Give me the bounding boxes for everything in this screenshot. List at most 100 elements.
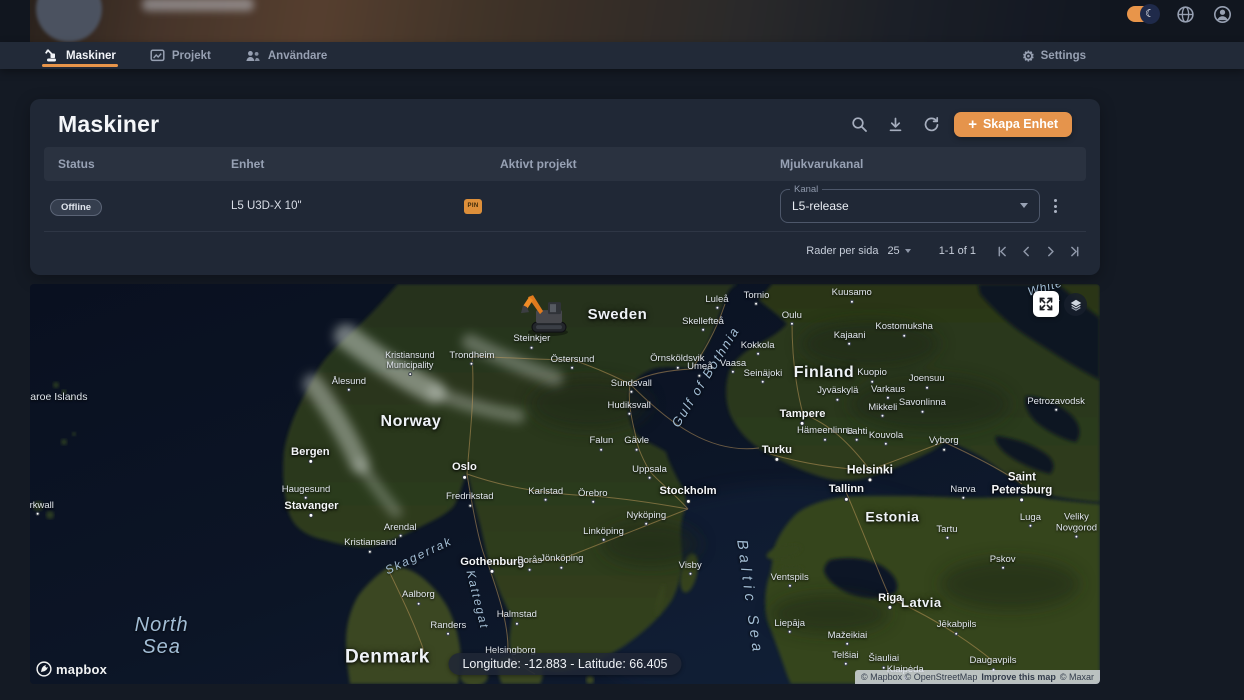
map-label: Aalborg: [402, 590, 435, 600]
plus-icon: +: [968, 117, 977, 132]
map-label: Mažeikiai: [828, 631, 868, 641]
app-header: ☾: [0, 0, 1244, 42]
users-icon: [245, 49, 261, 62]
map-label: Denmark: [345, 648, 430, 669]
column-aktivt-projekt: Aktivt projekt: [500, 157, 780, 171]
map-label: Borås: [517, 556, 542, 566]
map-label: Latvia: [901, 596, 942, 610]
rows-per-page-select[interactable]: 25: [887, 245, 910, 257]
channel-cell: Kanal L5-release: [780, 189, 1086, 223]
gear-icon: ⚙: [1022, 49, 1035, 63]
table-row[interactable]: Offline L5 U3D-X 10" PIN Kanal L5-releas…: [44, 181, 1086, 232]
map-label: Faroe Islands: [30, 392, 87, 404]
last-page-icon: [1067, 244, 1082, 259]
map-layers-button[interactable]: [1064, 293, 1087, 316]
map-label: Sweden: [588, 307, 648, 324]
attribution-extra[interactable]: © Maxar: [1060, 672, 1094, 682]
map-label: Kajaani: [834, 331, 866, 341]
map-label: Kouvola: [869, 431, 903, 441]
machine-marker[interactable]: [520, 294, 576, 341]
channel-select-value: L5-release: [792, 199, 849, 213]
nav-tabs: Maskiner Projekt Användare: [44, 42, 327, 69]
map-label: Örnsköldsvik: [650, 354, 704, 364]
download-icon: [887, 116, 904, 133]
status-badge: Offline: [50, 199, 102, 216]
machines-table: Status Enhet Aktivt projekt Mjukvarukana…: [44, 147, 1086, 264]
mapbox-logo-icon: [36, 661, 52, 677]
tab-maskiner[interactable]: Maskiner: [44, 42, 116, 69]
map-label: Seinäjoki: [744, 369, 783, 379]
last-page-button[interactable]: [1062, 239, 1086, 263]
map-label: Kristiansund Municipality: [385, 351, 435, 371]
prev-page-button[interactable]: [1014, 239, 1038, 263]
rows-per-page-label: Rader per sida: [806, 245, 878, 257]
refresh-button[interactable]: [918, 111, 944, 137]
account-button[interactable]: [1213, 5, 1232, 24]
account-circle-icon: [1213, 5, 1232, 24]
theme-toggle[interactable]: ☾: [1127, 6, 1158, 22]
rows-per-page-value: 25: [887, 245, 899, 257]
map-attribution: © Mapbox © OpenStreetMap Improve this ma…: [855, 670, 1100, 684]
map-label: Skagerrak: [384, 535, 455, 578]
map-label: Hudiksvall: [608, 401, 651, 411]
map-label: Vyborg: [929, 436, 959, 446]
search-button[interactable]: [846, 111, 872, 137]
map[interactable]: SwedenNorwayDenmarkFinlandEstoniaLatviaN…: [30, 284, 1100, 684]
mapbox-logo[interactable]: mapbox: [36, 661, 107, 677]
map-label: Kattegat: [464, 569, 491, 631]
tab-projekt[interactable]: Projekt: [150, 42, 211, 69]
excavator-icon: [44, 49, 59, 62]
map-label: Stockholm: [659, 485, 716, 497]
map-label: Tampere: [780, 408, 826, 420]
download-button[interactable]: [882, 111, 908, 137]
map-label: Ålesund: [332, 377, 366, 387]
device-name: L5 U3D-X 10": [231, 200, 302, 212]
map-label: Hämeenlinna: [797, 426, 853, 436]
page-title: Maskiner: [58, 111, 159, 138]
attribution-improve-link[interactable]: Improve this map: [981, 672, 1056, 682]
map-label: Turku: [762, 444, 792, 456]
map-label: Jönköping: [540, 554, 583, 564]
map-label: Uppsala: [632, 465, 667, 475]
first-page-button[interactable]: [990, 239, 1014, 263]
map-label: Tartu: [936, 525, 957, 535]
create-device-label: Skapa Enhet: [983, 117, 1058, 131]
map-label: Nyköping: [627, 511, 667, 521]
channel-select-label: Kanal: [790, 184, 822, 195]
map-labels-layer: SwedenNorwayDenmarkFinlandEstoniaLatviaN…: [30, 284, 1100, 684]
settings-button[interactable]: ⚙ Settings: [1022, 49, 1086, 63]
channel-select[interactable]: Kanal L5-release: [780, 189, 1040, 223]
project-icon: [150, 49, 165, 62]
row-menu-button[interactable]: [1050, 195, 1061, 217]
map-label: Lahti: [847, 427, 868, 437]
map-label: Kuusamo: [832, 288, 872, 298]
map-label: Örebro: [578, 489, 608, 499]
org-name-blurred: [142, 0, 254, 11]
map-label: Pskov: [990, 555, 1016, 565]
map-label: Oslo: [452, 461, 477, 473]
chevron-down-icon: [1020, 203, 1028, 208]
create-device-button[interactable]: + Skapa Enhet: [954, 112, 1072, 137]
tab-label: Maskiner: [66, 50, 116, 62]
map-label: Linköping: [583, 527, 624, 537]
coordinates-readout: Longitude: -12.883 - Latitude: 66.405: [448, 653, 681, 675]
pin-badge: PIN: [464, 199, 482, 214]
tab-anvandare[interactable]: Användare: [245, 42, 327, 69]
map-label: North Sea: [135, 614, 189, 658]
first-page-icon: [995, 244, 1010, 259]
map-label: Falun: [589, 436, 613, 446]
next-page-button[interactable]: [1038, 239, 1062, 263]
attribution-sources[interactable]: © Mapbox © OpenStreetMap: [861, 672, 977, 682]
tab-label: Användare: [268, 50, 327, 62]
map-label: Kirkwall: [30, 501, 54, 511]
language-globe-button[interactable]: [1176, 5, 1195, 24]
chevron-right-icon: [1043, 244, 1058, 259]
app-window: ☾: [0, 0, 1244, 700]
map-label: Gulf of Bothnia: [669, 324, 743, 430]
map-label: Savonlinna: [899, 398, 946, 408]
device-cell: L5 U3D-X 10" PIN: [231, 199, 500, 214]
map-label: Helsinki: [847, 463, 893, 476]
map-label: Estonia: [865, 509, 919, 524]
map-fullscreen-button[interactable]: [1033, 291, 1059, 317]
map-label: Kuopio: [857, 368, 887, 378]
